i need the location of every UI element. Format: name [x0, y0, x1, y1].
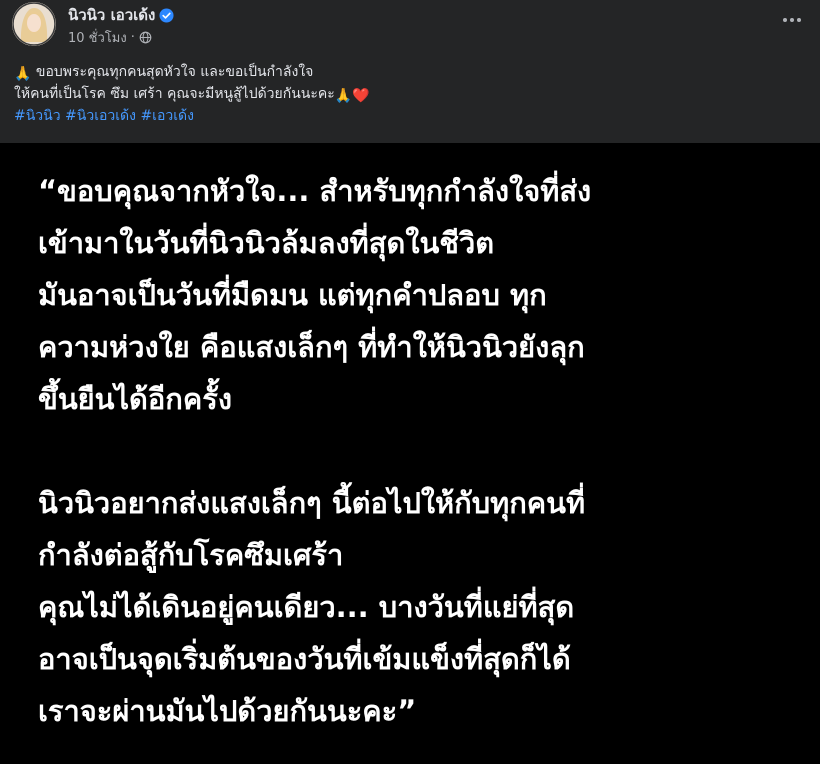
quote-line: ขึ้นยืนได้อีกครั้ง	[38, 382, 232, 416]
author-row: นิวนิว เอวเด้ง	[68, 3, 174, 27]
quote-line: ความห่วงใย คือแสงเล็กๆ ที่ทำให้นิวนิวยัง…	[38, 330, 585, 364]
caption-line-2: ให้คนที่เป็นโรค ซึม เศร้า คุณจะมีหนูสู้ไ…	[14, 84, 794, 106]
meta-separator: ·	[130, 30, 135, 45]
caption-text-2: ให้คนที่เป็นโรค ซึม เศร้า คุณจะมีหนูสู้ไ…	[14, 86, 335, 102]
more-options-icon[interactable]	[778, 10, 806, 30]
more-dot	[783, 18, 787, 22]
heart-emoji-icon: ❤️	[352, 88, 370, 104]
globe-icon[interactable]	[139, 31, 152, 44]
more-dot	[790, 18, 794, 22]
quote-line: เราจะผ่านมันไปด้วยกันนะคะ”	[38, 694, 417, 728]
pray-emoji-icon: 🙏	[14, 66, 32, 82]
quote-text: “ขอบคุณจากหัวใจ... สำหรับทุกกำลังใจที่ส่…	[38, 165, 798, 737]
quote-line: เข้ามาในวันที่นิวนิวล้มลงที่สุดในชีวิต	[38, 226, 495, 260]
caption-text-1: ขอบพระคุณทุกคนสุดหัวใจ และขอเป็นกำลังใจ	[35, 64, 314, 80]
quote-line: นิวนิวอยากส่งแสงเล็กๆ นี้ต่อไปให้กับทุกค…	[38, 486, 586, 520]
post-header: นิวนิว เอวเด้ง 10 ชั่วโมง ·	[0, 0, 820, 56]
more-dot	[797, 18, 801, 22]
hashtag-list: #นิวนิว #นิวเอวเด้ง #เอวเด้ง	[14, 106, 794, 126]
caption-line-1: 🙏 ขอบพระคุณทุกคนสุดหัวใจ และขอเป็นกำลังใ…	[14, 62, 794, 84]
quote-line: “ขอบคุณจากหัวใจ... สำหรับทุกกำลังใจที่ส่…	[38, 174, 592, 208]
hashtag-link[interactable]: #เอวเด้ง	[140, 108, 194, 124]
hashtag-link[interactable]: #นิวเอวเด้ง	[65, 108, 136, 124]
quote-line: กำลังต่อสู้กับโรคซึมเศร้า	[38, 538, 344, 572]
pray-emoji-icon: 🙏	[334, 88, 353, 104]
quote-line: คุณไม่ได้เดินอยู่คนเดียว... บางวันที่แย่…	[38, 590, 575, 624]
post-caption: 🙏 ขอบพระคุณทุกคนสุดหัวใจ และขอเป็นกำลังใ…	[14, 62, 794, 126]
verified-badge-icon	[159, 7, 174, 23]
post-image[interactable]: “ขอบคุณจากหัวใจ... สำหรับทุกกำลังใจที่ส่…	[0, 143, 820, 764]
post-timestamp[interactable]: 10 ชั่วโมง	[68, 27, 127, 48]
hashtag-link[interactable]: #นิวนิว	[14, 108, 61, 124]
author-avatar[interactable]	[12, 2, 56, 46]
quote-line: อาจเป็นจุดเริ่มต้นของวันที่เข้มแข็งที่สุ…	[38, 642, 571, 676]
post-meta: 10 ชั่วโมง ·	[68, 27, 152, 48]
quote-line: มันอาจเป็นวันที่มืดมน แต่ทุกคำปลอบ ทุก	[38, 278, 547, 312]
author-name[interactable]: นิวนิว เอวเด้ง	[68, 3, 155, 27]
facebook-post: นิวนิว เอวเด้ง 10 ชั่วโมง · 🙏 ขอบพระคุณท…	[0, 0, 820, 764]
